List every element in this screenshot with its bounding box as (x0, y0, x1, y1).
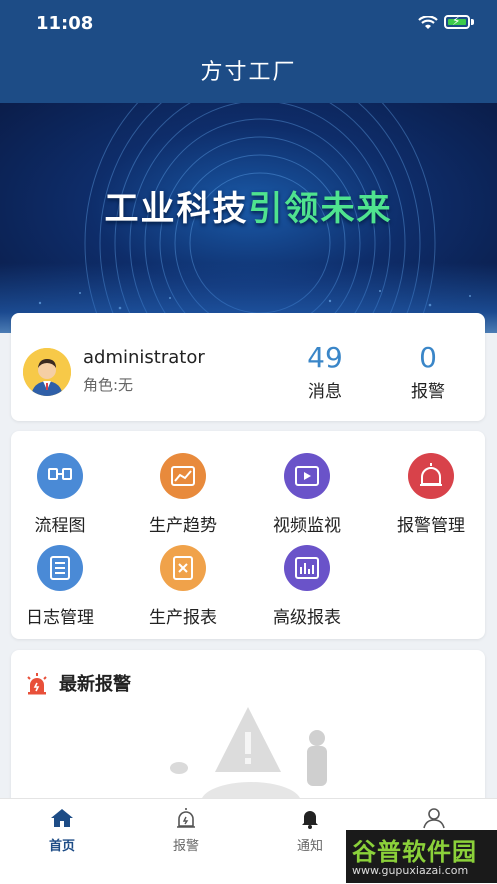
page-title: 方寸工厂 (200, 60, 297, 85)
tab-home-label: 首页 (48, 839, 75, 854)
tab-notice-label: 通知 (296, 839, 323, 854)
func-video-monitor[interactable]: 视频监视 (252, 453, 362, 536)
status-bar: 11:08 ⚡ (0, 0, 497, 48)
log-icon (37, 545, 83, 591)
watermark-line2: www.gupuxiazai.com (352, 864, 469, 877)
func-production-report[interactable]: 生产报表 (128, 545, 238, 628)
func-advanced-report[interactable]: 高级报表 (252, 545, 362, 628)
func-flowchart-label: 流程图 (34, 516, 86, 536)
home-icon (51, 809, 73, 827)
battery-cap (471, 19, 474, 25)
user-avatar-icon (23, 348, 71, 396)
func-flowchart[interactable]: 流程图 (5, 453, 115, 536)
func-advanced-report-label: 高级报表 (273, 608, 341, 628)
func-alarm-management[interactable]: 报警管理 (376, 453, 486, 536)
video-icon (284, 453, 330, 499)
stat-alarms-value: 0 (419, 341, 437, 374)
stat-alarms-label: 报警 (411, 382, 445, 402)
stat-alarms[interactable]: 0 报警 (388, 341, 468, 402)
func-video-monitor-label: 视频监视 (273, 516, 341, 536)
user-info-card: administrator 角色:无 49 消息 0 报警 (11, 313, 485, 421)
latest-alarms-card: 最新报警 (11, 650, 485, 810)
advanced-report-icon (284, 545, 330, 591)
watermark-logo: 谷普软件园 www.gupuxiazai.com (346, 830, 497, 883)
stat-messages[interactable]: 49 消息 (285, 341, 365, 402)
alarm-light-icon (408, 453, 454, 499)
wifi-icon (418, 16, 438, 29)
avatar[interactable] (23, 348, 71, 396)
watermark-line1: 谷普软件园 (352, 838, 477, 866)
user-icon (423, 808, 445, 829)
function-grid: 流程图 生产趋势 视频监视 报警管理 日志管理 生产报表 高级报表 (11, 431, 485, 639)
slogan-part-b: 引领未来 (248, 189, 393, 229)
func-production-report-label: 生产报表 (149, 608, 217, 628)
tab-alarm[interactable]: 报警 (146, 807, 226, 854)
nav-bar: 方寸工厂 (0, 48, 497, 103)
stat-messages-value: 49 (307, 341, 343, 374)
flowchart-icon (37, 453, 83, 499)
tab-alarm-label: 报警 (172, 839, 199, 854)
func-production-trend-label: 生产趋势 (149, 516, 217, 536)
report-icon (160, 545, 206, 591)
slogan-part-a: 工业科技 (104, 189, 249, 229)
battery-icon: ⚡ (444, 14, 470, 29)
status-time: 11:08 (36, 13, 94, 34)
func-log-management[interactable]: 日志管理 (5, 545, 115, 628)
func-log-management-label: 日志管理 (26, 608, 94, 628)
latest-alarms-title: 最新报警 (59, 674, 131, 695)
trend-chart-icon (160, 453, 206, 499)
user-name: administrator (83, 347, 205, 368)
stat-messages-label: 消息 (308, 382, 342, 402)
alarm-icon (177, 808, 195, 828)
func-alarm-management-label: 报警管理 (397, 516, 465, 536)
tab-notice[interactable]: 通知 (270, 807, 350, 854)
user-role: 角色:无 (83, 376, 134, 394)
banner-slogan: 工业科技引领未来 (0, 181, 497, 230)
bell-icon (302, 811, 318, 829)
hero-banner[interactable]: 工业科技引领未来 (0, 103, 497, 333)
alarm-siren-icon (27, 673, 47, 695)
func-production-trend[interactable]: 生产趋势 (128, 453, 238, 536)
empty-state-illustration (170, 707, 327, 802)
tab-home[interactable]: 首页 (22, 807, 102, 854)
